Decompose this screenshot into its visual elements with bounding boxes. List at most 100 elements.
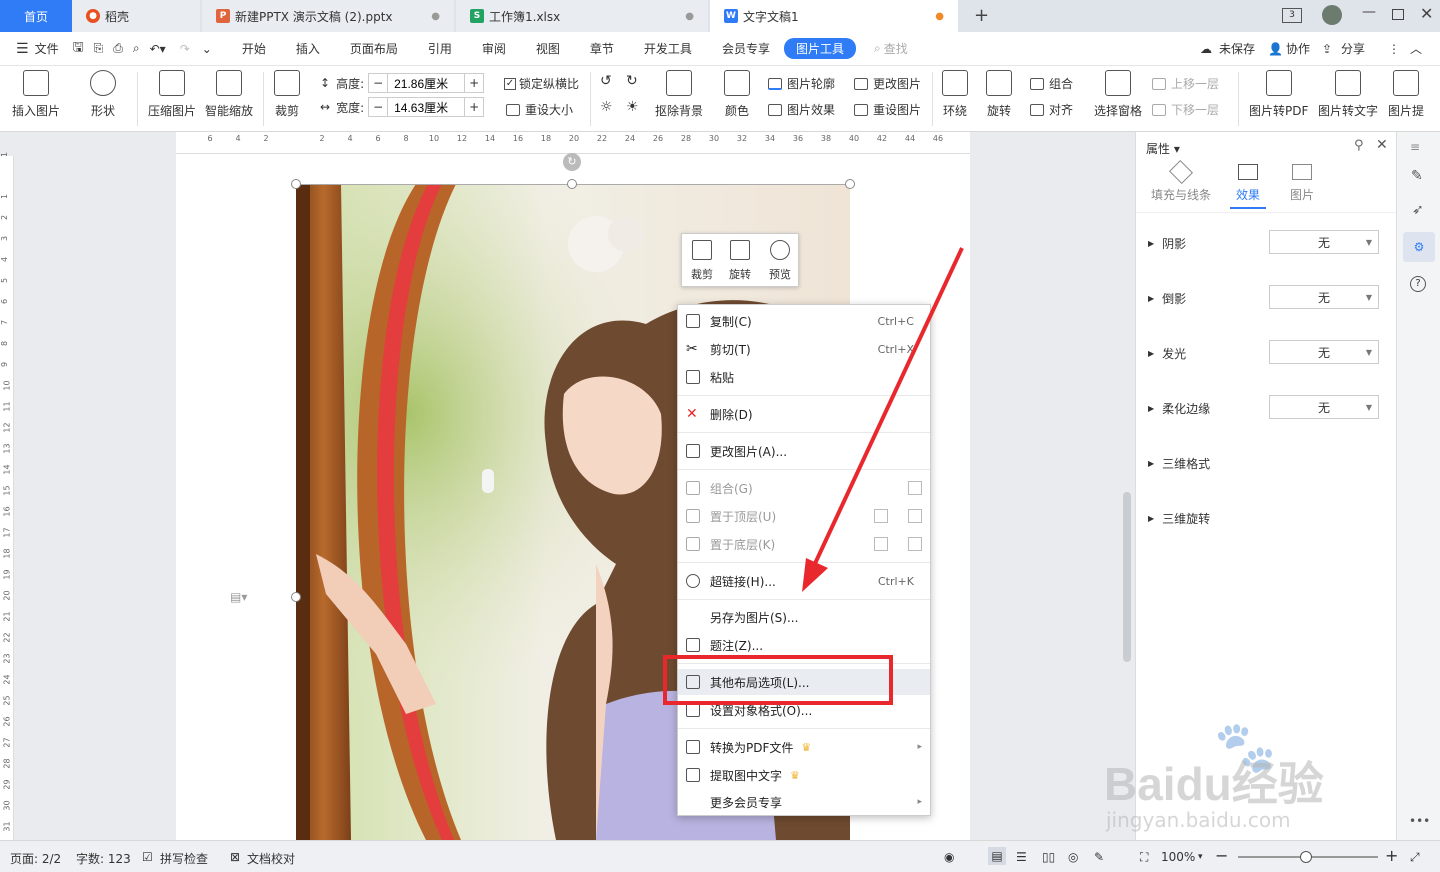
shadow-select[interactable]: 无 ▼ <box>1269 230 1379 254</box>
mini-rotate-button[interactable]: 旋转 <box>722 240 758 282</box>
brightness-icon[interactable]: ☼ <box>600 99 613 115</box>
send-backward-button[interactable]: 下移一层 <box>1152 101 1219 118</box>
lock-ratio-checkbox[interactable]: ✓ 锁定纵横比 <box>504 75 579 92</box>
print-preview-icon[interactable]: ⌕ <box>133 41 140 56</box>
height-plus[interactable]: + <box>464 73 485 93</box>
soft-edge-row[interactable]: ▶ 柔化边缘 <box>1148 400 1210 417</box>
zoom-slider-thumb[interactable] <box>1300 851 1312 863</box>
tab-docer[interactable]: ● 稻壳 <box>72 0 200 32</box>
menu-review[interactable]: 审阅 <box>482 40 506 57</box>
3d-rotation-row[interactable]: ▶ 三维旋转 <box>1148 510 1210 527</box>
vertical-ruler[interactable]: 1 1 2 3 4 5 6 7 8 9 10 11 12 13 14 15 16 17 18 19 20 21 22 23 24… <box>0 152 14 840</box>
resize-handle[interactable] <box>291 592 301 602</box>
fullscreen-icon[interactable]: ⤢ <box>1410 850 1420 865</box>
reset-picture-button[interactable]: 重设图片 <box>854 101 921 118</box>
collapse-icon[interactable]: ≡ <box>1410 140 1420 154</box>
tab-home[interactable]: 首页 <box>0 0 72 32</box>
hamburger-icon[interactable]: ☰ <box>16 41 29 57</box>
help-icon[interactable]: ? <box>1410 276 1426 292</box>
search-icon[interactable]: ⌕ <box>874 41 881 56</box>
rotate-right-icon[interactable]: ↻ <box>626 73 638 89</box>
avatar[interactable] <box>1322 5 1342 25</box>
horizontal-ruler[interactable]: 6 4 2 2 4 6 8 10 12 14 16 18 20 22 24 26 28 30 32 34 36 38 40 4… <box>176 132 970 154</box>
glow-row[interactable]: ▶ 发光 <box>1148 345 1186 362</box>
page-indicator[interactable]: 页面: 2/2 <box>10 850 61 867</box>
menu-vip[interactable]: 会员专享 <box>722 40 770 57</box>
menu-view[interactable]: 视图 <box>536 40 560 57</box>
rotate-button[interactable]: 旋转 <box>986 70 1012 119</box>
menu-developer[interactable]: 开发工具 <box>644 40 692 57</box>
rotation-handle-icon[interactable]: ↻ <box>563 153 581 171</box>
reflection-row[interactable]: ▶ 倒影 <box>1148 290 1186 307</box>
select-pane-button[interactable]: 选择窗格 <box>1094 70 1142 119</box>
paragraph-icon[interactable]: ▤▾ <box>230 590 247 604</box>
shadow-row[interactable]: ▶ 阴影 <box>1148 235 1186 252</box>
menu-item-save-as-picture[interactable]: 另存为图片(S)... <box>678 604 930 630</box>
word-count[interactable]: 字数: 123 <box>76 850 131 867</box>
fit-page-icon[interactable]: ⛶ <box>1140 850 1148 865</box>
rotate-left-icon[interactable]: ↺ <box>600 73 612 89</box>
3d-format-row[interactable]: ▶ 三维格式 <box>1148 455 1210 472</box>
soft-edge-select[interactable]: 无 ▼ <box>1269 395 1379 419</box>
pic-to-text-button[interactable]: 图片转文字 <box>1318 70 1378 119</box>
bring-forward-button[interactable]: 上移一层 <box>1152 75 1219 92</box>
tab-effect[interactable]: 效果 <box>1230 164 1266 209</box>
pin-icon[interactable]: ⚲ <box>1354 138 1364 153</box>
zoom-out-icon[interactable]: − <box>1215 846 1228 865</box>
collab-button[interactable]: 协作 <box>1286 40 1310 57</box>
web-view-icon[interactable]: ◎ <box>1068 850 1078 864</box>
tab-pptx[interactable]: P 新建PPTX 演示文稿 (2).pptx ● <box>202 0 454 32</box>
pic-extract-button[interactable]: 图片提 <box>1388 70 1424 119</box>
menu-item-more-vip[interactable]: 更多会员专享 ▸ <box>678 789 930 815</box>
height-minus[interactable]: − <box>368 73 389 93</box>
print-icon[interactable]: ⎙ <box>113 41 123 56</box>
change-picture-button[interactable]: 更改图片 <box>854 75 921 92</box>
insert-picture-button[interactable]: 插入图片 <box>12 70 60 119</box>
glow-select[interactable]: 无 ▼ <box>1269 340 1379 364</box>
resize-handle[interactable] <box>291 179 301 189</box>
tab-picture[interactable]: 图片 <box>1286 164 1318 203</box>
smart-scale-button[interactable]: 智能缩放 <box>205 70 253 119</box>
save-icon[interactable]: 🖫 <box>73 38 84 60</box>
resize-handle[interactable] <box>845 179 855 189</box>
proofread-button[interactable]: 文档校对 <box>247 850 295 867</box>
quick-access-more-icon[interactable]: ⌄ <box>202 42 212 56</box>
resize-handle[interactable] <box>567 179 577 189</box>
zoom-dropdown-icon[interactable]: ▾ <box>1198 852 1203 862</box>
contrast-icon[interactable]: ☀ <box>626 99 639 115</box>
undo-icon[interactable]: ↶▾ <box>150 42 166 56</box>
cursor-icon[interactable]: ➶ <box>1412 202 1424 218</box>
panel-title[interactable]: 属性 ▾ <box>1146 140 1180 157</box>
settings-sliders-icon[interactable]: ⚙ <box>1403 232 1435 262</box>
minimize-icon[interactable]: — <box>1362 4 1376 20</box>
width-plus[interactable]: + <box>464 97 485 117</box>
close-icon[interactable]: ✕ <box>1420 4 1433 23</box>
read-view-icon[interactable]: ▯▯ <box>1042 850 1055 864</box>
collapse-ribbon-icon[interactable]: ︿ <box>1410 40 1422 57</box>
menu-insert[interactable]: 插入 <box>296 40 320 57</box>
eye-protection-icon[interactable]: ◉ <box>944 850 954 864</box>
share-button[interactable]: 分享 <box>1341 40 1365 57</box>
more-icon[interactable]: ⋮ <box>1388 42 1400 56</box>
tab-doc[interactable]: W 文字文稿1 ● <box>710 0 958 32</box>
tab-xlsx[interactable]: S 工作簿1.xlsx ● <box>456 0 708 32</box>
redo-icon[interactable]: ↷ <box>180 42 190 56</box>
compress-button[interactable]: 压缩图片 <box>148 70 196 119</box>
pic-to-pdf-button[interactable]: 图片转PDF <box>1249 70 1308 119</box>
width-minus[interactable]: − <box>368 97 389 117</box>
crop-button[interactable]: 裁剪 <box>274 70 300 119</box>
menu-layout[interactable]: 页面布局 <box>350 40 398 57</box>
new-tab-icon[interactable]: + <box>974 5 989 26</box>
restore-icon[interactable] <box>1392 9 1404 20</box>
page-view-icon[interactable]: ▤ <box>988 847 1006 865</box>
effect-button[interactable]: 图片效果 <box>768 101 835 118</box>
menu-references[interactable]: 引用 <box>428 40 452 57</box>
menu-section[interactable]: 章节 <box>590 40 614 57</box>
more-dots-icon[interactable]: ••• <box>1409 814 1430 828</box>
height-input[interactable] <box>388 73 465 93</box>
outline-button[interactable]: 图片轮廓 <box>768 75 835 92</box>
format-painter-icon[interactable]: ⎘ <box>94 41 104 56</box>
mini-crop-button[interactable]: 裁剪 <box>684 240 720 282</box>
menu-file[interactable]: 文件 <box>35 40 59 57</box>
group-button[interactable]: 组合 <box>1030 75 1073 92</box>
